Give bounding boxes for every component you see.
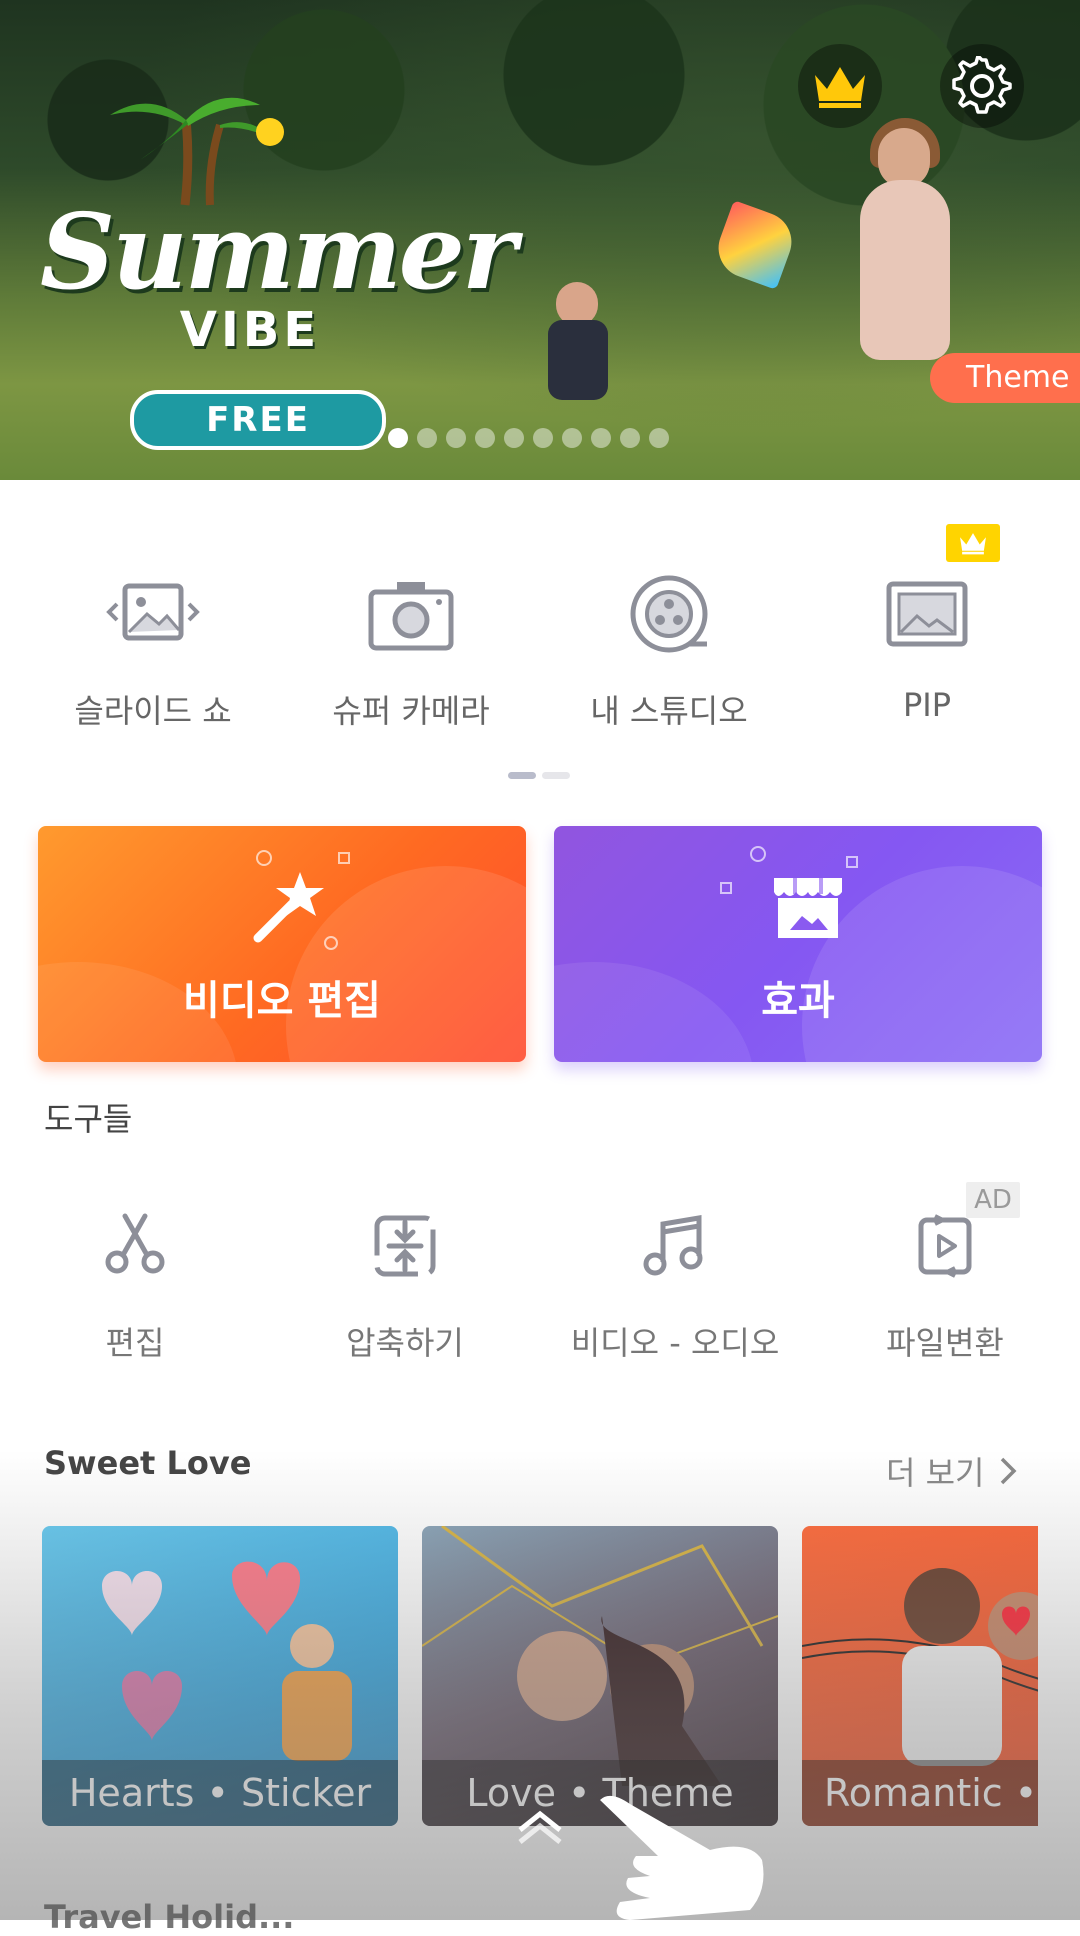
pagination-dot — [388, 428, 408, 448]
banner-photo-woman-head — [878, 128, 930, 188]
video-edit-card[interactable]: 비디오 편집 — [38, 826, 526, 1062]
sweet-love-title: Sweet Love — [44, 1444, 252, 1482]
slideshow-icon — [106, 583, 200, 641]
swipe-up-hand-icon — [518, 1795, 764, 1920]
feature-my-studio[interactable]: 내 스튜디오 — [540, 520, 798, 740]
crown-icon — [960, 533, 986, 555]
banner-photo-woman-body — [860, 180, 950, 360]
banner-pagination — [388, 428, 669, 448]
banner-subtitle: VIBE — [179, 302, 321, 358]
pagination-dot — [446, 428, 466, 448]
vip-badge — [946, 524, 1000, 562]
scissors-icon — [105, 1213, 165, 1274]
music-note-icon — [643, 1215, 703, 1276]
crown-icon — [815, 67, 865, 108]
pagination-dot — [504, 428, 524, 448]
theme-caption: Romantic • — [802, 1760, 1038, 1826]
tool-label: 편집 — [105, 1324, 165, 1362]
magic-wand-icon — [253, 872, 324, 943]
page-indicator-inactive — [542, 772, 570, 779]
feature-label: PIP — [902, 686, 952, 724]
feature-super-camera[interactable]: 슈퍼 카메라 — [282, 520, 540, 740]
gear-icon — [952, 56, 1012, 114]
feature-pip[interactable]: PIP — [798, 520, 1056, 740]
feature-label: 슬라이드 쇼 — [74, 692, 232, 730]
see-more-label: 더 보기 — [886, 1454, 985, 1492]
sparkle-decoration — [338, 852, 350, 864]
pagination-dot — [475, 428, 495, 448]
tools-section-title: 도구들 — [44, 1100, 133, 1138]
tool-convert[interactable]: 파일변환 — [820, 1210, 1070, 1370]
compress-icon — [374, 1215, 436, 1277]
page-indicator-active — [508, 772, 536, 779]
chevron-right-icon — [1000, 1457, 1016, 1485]
feature-page-indicator — [508, 772, 570, 779]
film-reel-icon — [630, 575, 708, 653]
pagination-dot — [562, 428, 582, 448]
tool-video-audio[interactable]: 비디오 - 오디오 — [550, 1210, 800, 1370]
pip-icon — [886, 581, 968, 647]
pagination-dot — [533, 428, 553, 448]
tool-label: 압축하기 — [346, 1324, 464, 1362]
tool-label: 파일변환 — [886, 1324, 1004, 1362]
premium-crown-button[interactable] — [798, 44, 882, 128]
pagination-dot — [417, 428, 437, 448]
see-more-link[interactable]: 더 보기 — [886, 1448, 1017, 1494]
settings-button[interactable] — [940, 44, 1024, 128]
theme-thumbnail[interactable]: Romantic • — [802, 1526, 1038, 1826]
promo-banner[interactable]: Summer VIBE FREE Theme — [0, 0, 1080, 480]
sparkle-decoration — [720, 882, 732, 894]
tool-compress[interactable]: 압축하기 — [280, 1210, 530, 1370]
effects-card[interactable]: 효과 — [554, 826, 1042, 1062]
feature-label: 내 스튜디오 — [590, 692, 748, 730]
next-section-title: Travel Holid... — [44, 1898, 295, 1936]
video-edit-label: 비디오 편집 — [183, 978, 381, 1024]
convert-icon — [918, 1214, 972, 1278]
feature-slideshow[interactable]: 슬라이드 쇼 — [24, 520, 282, 740]
summer-vibe-logo: Summer VIBE FREE — [40, 80, 517, 450]
tool-trim[interactable]: 편집 — [10, 1210, 260, 1370]
sparkle-decoration — [750, 846, 766, 862]
banner-title: Summer — [40, 190, 517, 313]
pagination-dot — [649, 428, 669, 448]
effects-label: 효과 — [761, 978, 835, 1024]
free-badge: FREE — [130, 390, 386, 450]
tool-label: 비디오 - 오디오 — [570, 1324, 780, 1362]
banner-photo-boy-body — [548, 320, 608, 400]
theme-thumbnail[interactable]: Hearts • Sticker — [42, 1526, 398, 1826]
theme-tag: Theme — [930, 353, 1080, 403]
feature-label: 슈퍼 카메라 — [332, 692, 490, 730]
pagination-dot — [591, 428, 611, 448]
pagination-dot — [620, 428, 640, 448]
camera-icon — [368, 582, 454, 651]
theme-caption: Hearts • Sticker — [42, 1760, 398, 1826]
feature-row: 슬라이드 쇼 슈퍼 카메라 내 스튜디오 PIP — [0, 520, 1080, 740]
store-icon — [774, 878, 842, 938]
